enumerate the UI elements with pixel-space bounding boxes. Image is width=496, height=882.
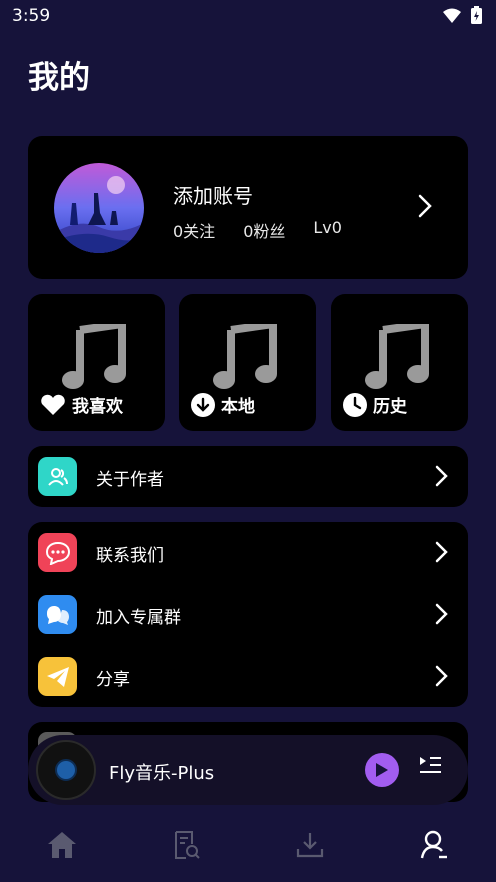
menu-item-about[interactable]: 关于作者	[28, 446, 468, 507]
message-icon	[38, 533, 77, 572]
clock-icon	[343, 392, 367, 417]
tile-label: 我喜欢	[40, 392, 123, 417]
account-stats: 0关注 0粉丝 Lv0	[173, 218, 342, 242]
wifi-icon	[443, 8, 461, 23]
playlist-search-icon	[175, 831, 200, 859]
profile-card[interactable]: 添加账号 0关注 0粉丝 Lv0	[28, 136, 468, 279]
player-title[interactable]: Fly音乐-Plus	[109, 759, 214, 785]
following-count[interactable]: 0关注	[173, 218, 215, 242]
heart-icon	[41, 394, 65, 415]
chevron-right-icon	[435, 665, 448, 687]
menu-item-label: 加入专属群	[96, 608, 181, 628]
album-disc[interactable]	[36, 740, 96, 800]
download-tray-icon	[296, 833, 324, 858]
home-icon	[48, 832, 76, 858]
menu-item-join-group[interactable]: 加入专属群	[28, 584, 468, 645]
tile-local-label: 本地	[221, 397, 255, 417]
music-note-icon	[365, 324, 429, 389]
menu-item-share[interactable]: 分享	[28, 646, 468, 707]
menu-group-about: 关于作者	[28, 446, 468, 507]
page-title: 我的	[28, 60, 90, 96]
users-icon	[38, 457, 77, 496]
menu-item-contact[interactable]: 联系我们	[28, 522, 468, 583]
tile-favorites[interactable]: 我喜欢	[28, 294, 165, 431]
level-badge: Lv0	[313, 218, 342, 237]
album-disc-label	[55, 759, 77, 781]
nav-playlist-search[interactable]	[170, 829, 202, 861]
menu-group-contact: 联系我们 加入专属群 分享	[28, 522, 468, 707]
battery-icon	[471, 6, 482, 24]
account-name[interactable]: 添加账号	[173, 180, 253, 209]
chevron-right-icon	[435, 541, 448, 563]
tile-local[interactable]: 本地	[179, 294, 316, 431]
user-icon	[420, 830, 447, 859]
followers-count[interactable]: 0粉丝	[243, 218, 285, 242]
avatar[interactable]	[54, 163, 144, 253]
playlist-queue-icon[interactable]	[418, 755, 442, 777]
status-icons	[443, 6, 482, 24]
group-chat-icon	[38, 595, 77, 634]
tile-label: 本地	[191, 392, 255, 417]
tile-favorites-label: 我喜欢	[72, 397, 123, 417]
tile-history[interactable]: 历史	[331, 294, 468, 431]
music-note-icon	[213, 324, 277, 389]
status-bar: 3:59	[0, 0, 496, 34]
bottom-nav	[0, 815, 496, 882]
chevron-right-icon	[435, 603, 448, 625]
download-icon	[191, 392, 215, 417]
tile-history-label: 历史	[373, 397, 407, 417]
play-icon	[376, 763, 388, 777]
menu-item-label: 分享	[96, 670, 130, 690]
nav-home[interactable]	[46, 829, 78, 861]
nav-profile[interactable]	[418, 829, 450, 861]
status-time: 3:59	[12, 6, 51, 26]
mini-player[interactable]: Fly音乐-Plus	[28, 735, 468, 805]
menu-item-label: 联系我们	[96, 546, 164, 566]
music-note-icon	[62, 324, 126, 389]
play-button[interactable]	[365, 753, 399, 787]
paper-plane-icon	[38, 657, 77, 696]
nav-downloads[interactable]	[294, 829, 326, 861]
tile-label: 历史	[343, 392, 407, 417]
chevron-right-icon[interactable]	[418, 194, 432, 218]
menu-item-label: 关于作者	[96, 470, 164, 490]
chevron-right-icon	[435, 465, 448, 487]
